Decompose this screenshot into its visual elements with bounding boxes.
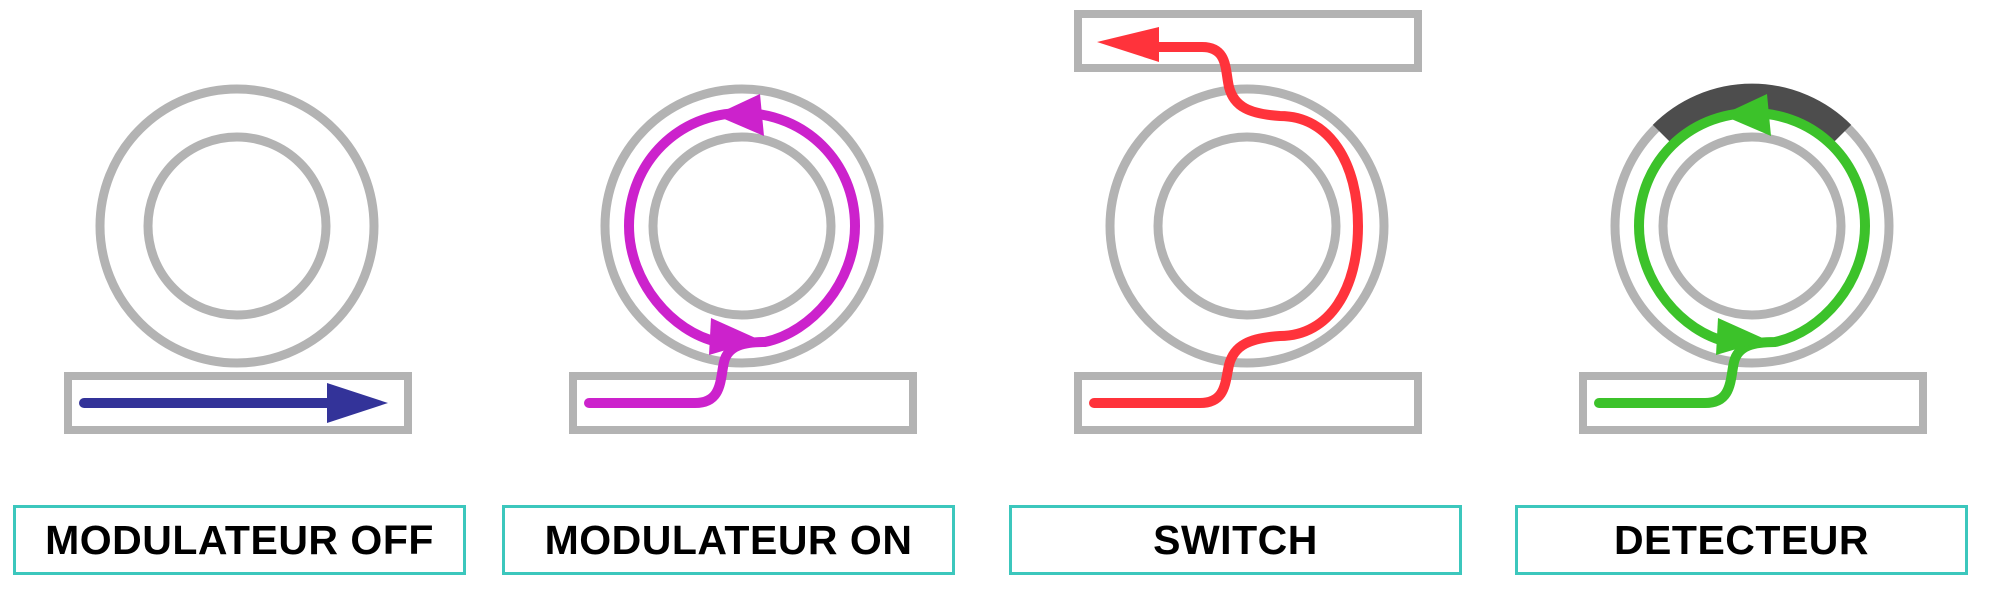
inner-ring [1658,132,1846,320]
outer-ring [600,84,884,368]
arrow-head [327,383,388,423]
label-text: MODULATEUR ON [544,516,913,563]
label-modulateur-off: MODULATEUR OFF [13,505,466,575]
light-path [1089,42,1364,408]
panel-switch [1074,10,1422,434]
label-text: SWITCH [1153,516,1318,563]
label-modulateur-on: MODULATEUR ON [502,505,955,575]
label-switch: SWITCH [1009,505,1462,575]
panel-detecteur [1579,83,1927,434]
ring-resonator-diagram [64,10,1927,434]
inner-ring [143,132,331,320]
label-detecteur: DETECTEUR [1515,505,1968,575]
arrow-head-top [715,94,764,136]
label-text: MODULATEUR OFF [45,516,434,563]
outer-ring [95,84,379,368]
label-text: DETECTEUR [1613,516,1870,563]
inner-ring [1153,132,1341,320]
arrow-head [1097,27,1159,62]
outer-ring [1105,84,1389,368]
inner-ring [648,132,836,320]
panel-modulateur-off [64,84,412,434]
outer-ring [1610,84,1894,368]
panel-modulateur-on [569,84,917,434]
